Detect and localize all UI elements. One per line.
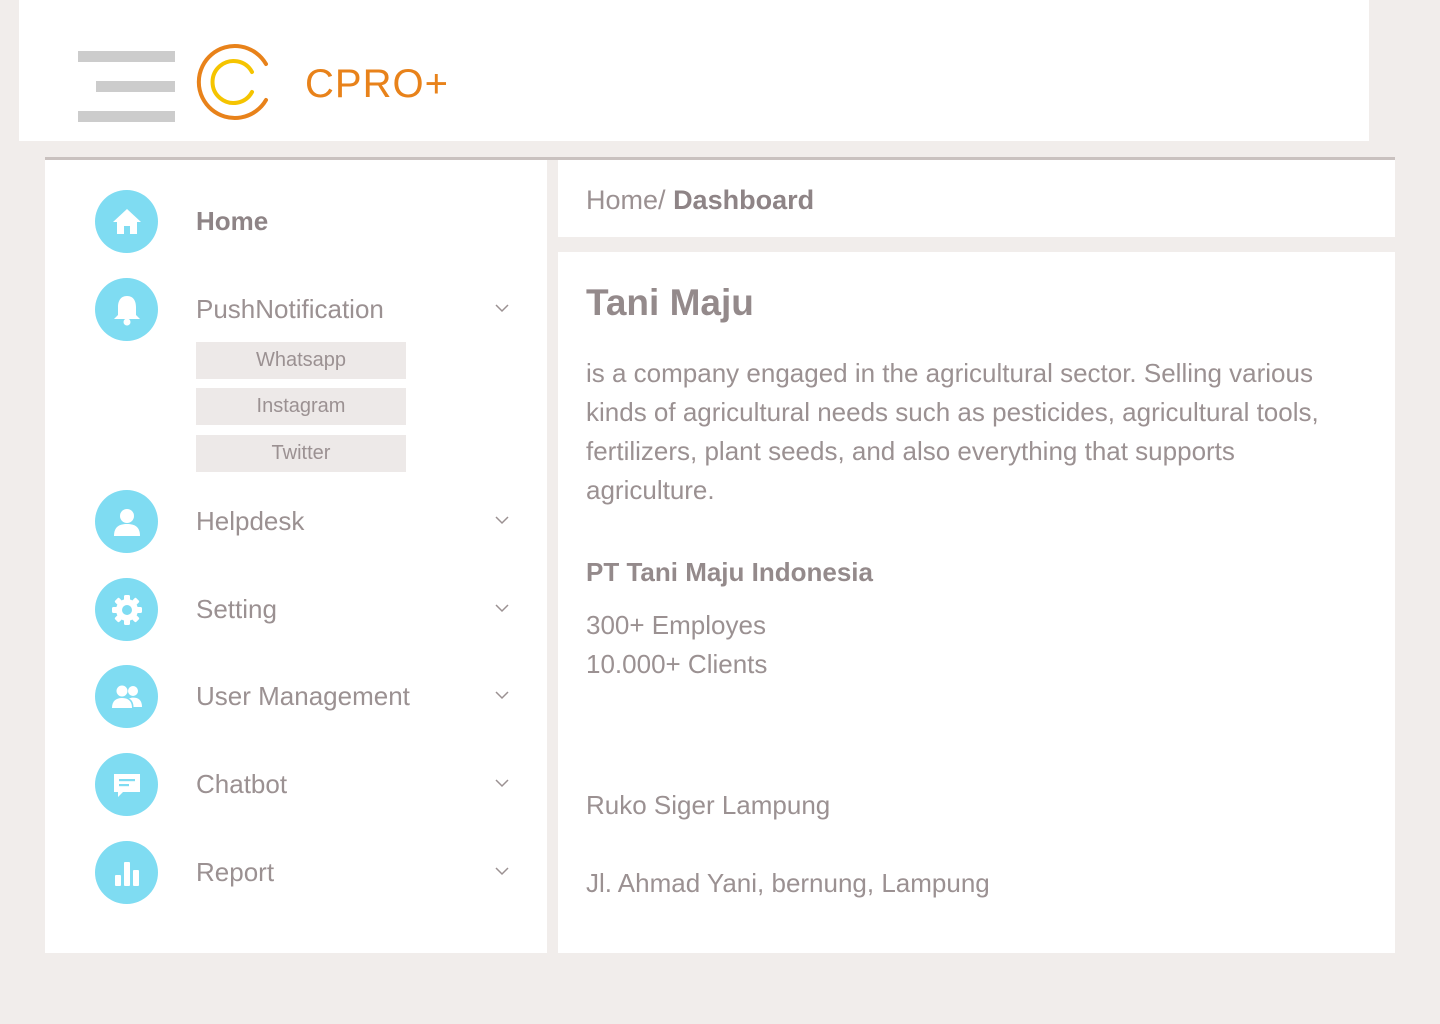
breadcrumb-current: Dashboard — [673, 185, 815, 215]
employee-count: 300+ Employes — [586, 610, 766, 640]
chevron-down-icon[interactable] — [494, 600, 510, 616]
sidebar-item-user-management[interactable]: User Management — [45, 665, 547, 729]
chevron-down-icon[interactable] — [494, 512, 510, 528]
chat-icon — [95, 753, 158, 816]
breadcrumb-separator: / — [658, 185, 666, 215]
sidebar-item-report[interactable]: Report — [45, 841, 547, 905]
sidebar-item-setting[interactable]: Setting — [45, 578, 547, 642]
sidebar-item-label: Report — [196, 857, 275, 887]
sidebar: Home PushNotification Whatsapp Instagram… — [45, 160, 547, 953]
breadcrumb: Home/ Dashboard — [586, 185, 814, 216]
sidebar-item-label: Home — [196, 206, 269, 236]
company-legal-name: PT Tani Maju Indonesia — [586, 557, 873, 587]
hamburger-bar — [78, 51, 175, 62]
hamburger-bar — [78, 111, 175, 122]
hamburger-bar — [96, 81, 175, 92]
chevron-down-icon[interactable] — [494, 775, 510, 791]
sidebar-item-chatbot[interactable]: Chatbot — [45, 753, 547, 817]
sidebar-item-label: Chatbot — [196, 769, 288, 799]
submenu-twitter[interactable]: Twitter — [196, 435, 406, 472]
address-line-2: Jl. Ahmad Yani, bernung, Lampung — [586, 868, 990, 898]
client-count: 10.000+ Clients — [586, 649, 768, 679]
hamburger-menu-icon[interactable] — [78, 51, 175, 123]
submenu-instagram[interactable]: Instagram — [196, 388, 406, 425]
gear-icon — [95, 578, 158, 641]
top-bar: CPRO+ — [19, 0, 1369, 141]
sidebar-item-home[interactable]: Home — [45, 190, 547, 254]
user-icon — [95, 490, 158, 553]
chevron-down-icon[interactable] — [494, 300, 510, 316]
sidebar-item-label: User Management — [196, 681, 410, 711]
company-description: is a company engaged in the agricultural… — [586, 358, 1319, 505]
sidebar-item-helpdesk[interactable]: Helpdesk — [45, 490, 547, 554]
brand-name: CPRO+ — [305, 62, 449, 106]
submenu-whatsapp[interactable]: Whatsapp — [196, 342, 406, 379]
sidebar-item-label: Helpdesk — [196, 506, 305, 536]
cpro-logo-icon — [196, 44, 268, 120]
company-info-panel: Tani Maju is a company engaged in the ag… — [558, 252, 1395, 953]
sidebar-item-label: Setting — [196, 594, 277, 624]
sidebar-item-pushnotification[interactable]: PushNotification — [45, 278, 547, 342]
chevron-down-icon[interactable] — [494, 687, 510, 703]
address-line-1: Ruko Siger Lampung — [586, 790, 831, 820]
sidebar-item-label: PushNotification — [196, 294, 384, 324]
home-icon — [95, 190, 158, 253]
breadcrumb-home[interactable]: Home — [586, 185, 658, 215]
bell-icon — [95, 278, 158, 341]
company-title: Tani Maju — [586, 282, 754, 323]
bar-chart-icon — [95, 841, 158, 904]
breadcrumb-bar: Home/ Dashboard — [558, 160, 1395, 237]
chevron-down-icon[interactable] — [494, 863, 510, 879]
users-icon — [95, 665, 158, 728]
